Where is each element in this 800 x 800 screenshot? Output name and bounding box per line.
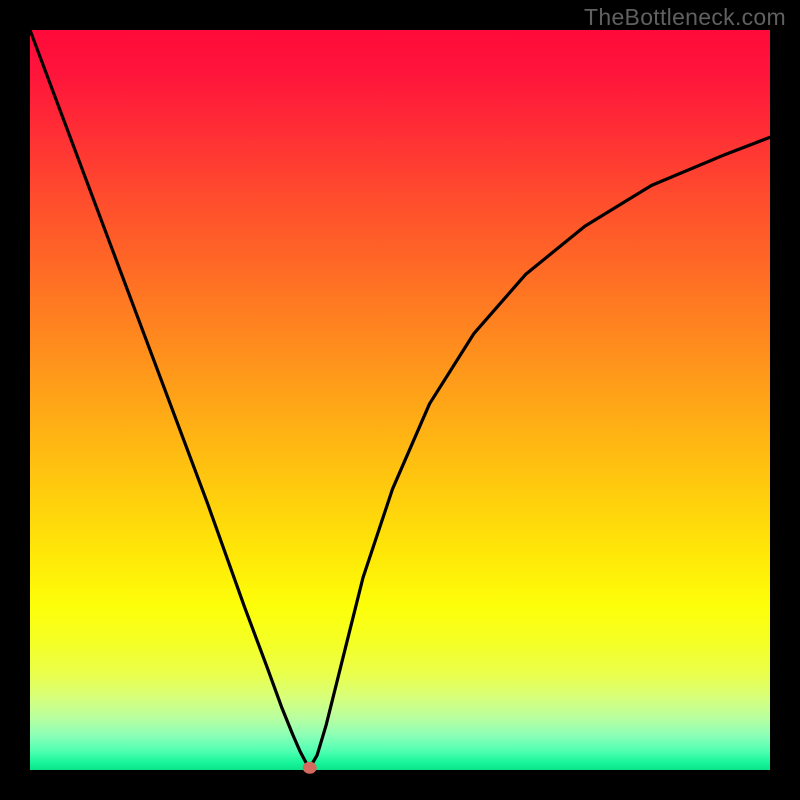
optimal-point-marker bbox=[303, 762, 317, 774]
chart-container: TheBottleneck.com bbox=[0, 0, 800, 800]
bottleneck-chart bbox=[0, 0, 800, 800]
gradient-background bbox=[30, 30, 770, 770]
